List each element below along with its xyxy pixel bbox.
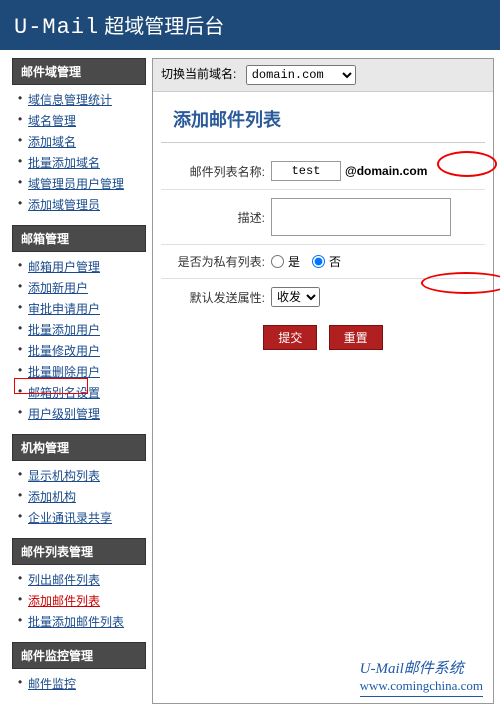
sidebar-item: 批量修改用户: [16, 340, 146, 361]
footer-brand: U-Mail邮件系统 www.comingchina.com: [360, 657, 483, 697]
header-title: 超域管理后台: [104, 16, 224, 38]
domain-switch-bar: 切换当前域名: domain.com: [153, 59, 493, 92]
select-send-attr[interactable]: 收发: [271, 287, 320, 307]
sidebar-item: 邮箱用户管理: [16, 256, 146, 277]
sidebar-link[interactable]: 批量添加域名: [28, 156, 100, 170]
main-container: 邮件域管理域信息管理统计域名管理添加域名批量添加域名域管理员用户管理添加域管理员…: [0, 50, 500, 704]
row-desc: 描述:: [161, 190, 485, 245]
row-private: 是否为私有列表: 是 否: [161, 245, 485, 279]
row-list-name: 邮件列表名称: @domain.com: [161, 153, 485, 190]
button-row: 提交 重置: [161, 315, 485, 360]
label-desc: 描述:: [161, 209, 271, 226]
sidebar-link[interactable]: 邮箱用户管理: [28, 260, 100, 274]
sidebar-link[interactable]: 批量删除用户: [28, 365, 100, 379]
main-panel: 切换当前域名: domain.com 添加邮件列表 邮件列表名称: @domai…: [152, 58, 494, 704]
menu-header: 邮件监控管理: [12, 642, 146, 669]
label-private: 是否为私有列表:: [161, 253, 271, 270]
sidebar-link[interactable]: 域名管理: [28, 114, 76, 128]
input-list-name[interactable]: [271, 161, 341, 181]
domain-select[interactable]: domain.com: [246, 65, 356, 85]
page-title: 添加邮件列表: [161, 92, 485, 143]
sidebar-item: 添加域名: [16, 131, 146, 152]
sidebar-link[interactable]: 添加域管理员: [28, 198, 100, 212]
sidebar-item: 域信息管理统计: [16, 89, 146, 110]
sidebar-item: 用户级别管理: [16, 403, 146, 424]
input-desc[interactable]: [271, 198, 451, 236]
form-area: 邮件列表名称: @domain.com 描述: 是否为私有列表: 是 否: [153, 143, 493, 370]
sidebar-link[interactable]: 企业通讯录共享: [28, 511, 112, 525]
sidebar-link[interactable]: 审批申请用户: [28, 302, 100, 316]
sidebar-link[interactable]: 显示机构列表: [28, 469, 100, 483]
sidebar-item: 邮箱别名设置: [16, 382, 146, 403]
sidebar-link[interactable]: 批量添加邮件列表: [28, 615, 124, 629]
radio-yes-label: 是: [288, 253, 300, 270]
sidebar-link[interactable]: 批量添加用户: [28, 323, 100, 337]
sidebar-item: 批量添加域名: [16, 152, 146, 173]
reset-button[interactable]: 重置: [329, 325, 383, 350]
sidebar-item: 邮件监控: [16, 673, 146, 694]
sidebar-link[interactable]: 邮件监控: [28, 677, 76, 691]
domain-suffix: @domain.com: [345, 164, 427, 178]
menu-header: 机构管理: [12, 434, 146, 461]
sidebar-item: 添加域管理员: [16, 194, 146, 215]
brand-name: U-Mail: [14, 15, 99, 40]
sidebar-item: 批量添加邮件列表: [16, 611, 146, 632]
sidebar-item: 添加机构: [16, 486, 146, 507]
domain-switch-label: 切换当前域名:: [161, 67, 236, 81]
menu-header: 邮件域管理: [12, 58, 146, 85]
sidebar-item: 列出邮件列表: [16, 569, 146, 590]
menu-header: 邮件列表管理: [12, 538, 146, 565]
sidebar-item: 审批申请用户: [16, 298, 146, 319]
radio-no-label: 否: [329, 253, 341, 270]
sidebar-link[interactable]: 列出邮件列表: [28, 573, 100, 587]
sidebar-item: 批量添加用户: [16, 319, 146, 340]
sidebar-link[interactable]: 域信息管理统计: [28, 93, 112, 107]
label-list-name: 邮件列表名称:: [161, 163, 271, 180]
sidebar: 邮件域管理域信息管理统计域名管理添加域名批量添加域名域管理员用户管理添加域管理员…: [0, 50, 152, 704]
sidebar-link[interactable]: 用户级别管理: [28, 407, 100, 421]
radio-no[interactable]: [312, 255, 325, 268]
sidebar-link[interactable]: 邮箱别名设置: [28, 386, 100, 400]
sidebar-link[interactable]: 添加新用户: [28, 281, 88, 295]
sidebar-link[interactable]: 域管理员用户管理: [28, 177, 124, 191]
footer-product: U-Mail邮件系统: [360, 657, 483, 678]
menu-header: 邮箱管理: [12, 225, 146, 252]
label-send-attr: 默认发送属性:: [161, 289, 271, 306]
sidebar-item: 域名管理: [16, 110, 146, 131]
sidebar-item: 企业通讯录共享: [16, 507, 146, 528]
footer-url: www.comingchina.com: [360, 678, 483, 694]
sidebar-item: 显示机构列表: [16, 465, 146, 486]
sidebar-link[interactable]: 添加域名: [28, 135, 76, 149]
row-send-attr: 默认发送属性: 收发: [161, 279, 485, 315]
app-header: U-Mail 超域管理后台: [0, 0, 500, 50]
sidebar-item: 批量删除用户: [16, 361, 146, 382]
radio-yes[interactable]: [271, 255, 284, 268]
sidebar-item: 添加邮件列表: [16, 590, 146, 611]
sidebar-link[interactable]: 批量修改用户: [28, 344, 100, 358]
sidebar-link[interactable]: 添加邮件列表: [28, 594, 100, 608]
sidebar-item: 添加新用户: [16, 277, 146, 298]
submit-button[interactable]: 提交: [263, 325, 317, 350]
sidebar-link[interactable]: 添加机构: [28, 490, 76, 504]
sidebar-item: 域管理员用户管理: [16, 173, 146, 194]
